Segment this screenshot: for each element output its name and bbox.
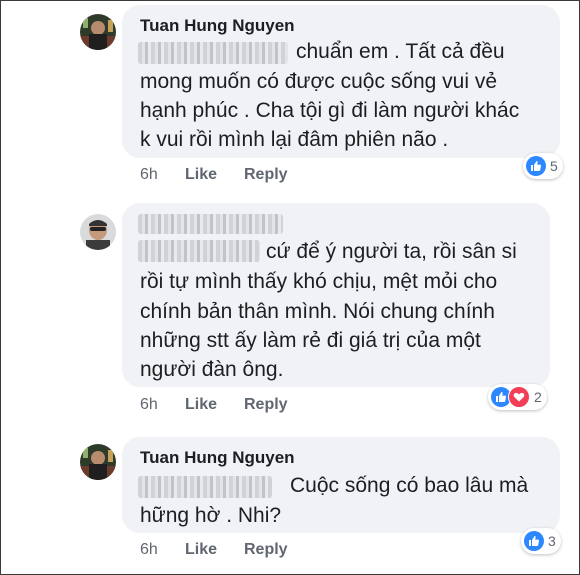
reaction-summary[interactable]: 5 <box>523 153 563 179</box>
comment-text-line: chính bản thân mình. Nói chung chính <box>140 300 495 323</box>
comment-text-line: những stt ấy làm rẻ đi giá trị của một <box>140 329 481 352</box>
reply-button[interactable]: Reply <box>244 396 288 414</box>
comment-time[interactable]: 6h <box>140 396 158 414</box>
reaction-count: 5 <box>550 158 558 174</box>
blurred-author-name <box>138 214 283 234</box>
comment-text-line: hững hờ . Nhi? <box>140 504 282 527</box>
comment-time[interactable]: 6h <box>140 541 158 559</box>
comment-time[interactable]: 6h <box>140 166 158 184</box>
blurred-mention <box>138 240 260 262</box>
like-button[interactable]: Like <box>185 396 217 414</box>
comment-text-line: chuẩn em . Tất cả đều <box>296 40 505 63</box>
comment-text-line: k vui rồi mình lại đâm phiên não . <box>140 128 449 151</box>
comment-text-line: cứ để ý người ta, rồi sân si <box>266 240 517 263</box>
comment-author[interactable]: Tuan Hung Nguyen <box>140 16 295 36</box>
reaction-summary[interactable]: 3 <box>521 528 561 554</box>
avatar[interactable] <box>80 444 116 480</box>
comment-text-line: rồi tự mình thấy khó chịu, mệt mỏi cho <box>140 270 498 293</box>
like-button[interactable]: Like <box>185 541 217 559</box>
comment-text-line: hạnh phúc . Cha tội gì đi làm người khác <box>140 99 520 122</box>
comment-author[interactable]: Tuan Hung Nguyen <box>140 448 295 468</box>
comment-text-line: người đàn ông. <box>140 358 284 381</box>
reply-button[interactable]: Reply <box>244 541 288 559</box>
comment-text-line: mong muốn có được cuộc sống vui vẻ <box>140 70 498 93</box>
reply-button[interactable]: Reply <box>244 166 288 184</box>
reaction-count: 3 <box>548 533 556 549</box>
blurred-mention <box>138 476 272 498</box>
reaction-count: 2 <box>534 389 542 405</box>
like-button[interactable]: Like <box>185 166 217 184</box>
like-icon <box>524 531 544 551</box>
comment-text-line: Cuộc sống có bao lâu mà <box>290 474 529 497</box>
avatar[interactable] <box>80 14 116 50</box>
blurred-mention <box>138 42 288 64</box>
like-icon <box>526 156 546 176</box>
avatar[interactable] <box>80 214 116 250</box>
love-icon <box>508 386 530 408</box>
reaction-summary[interactable]: 2 <box>488 384 547 410</box>
